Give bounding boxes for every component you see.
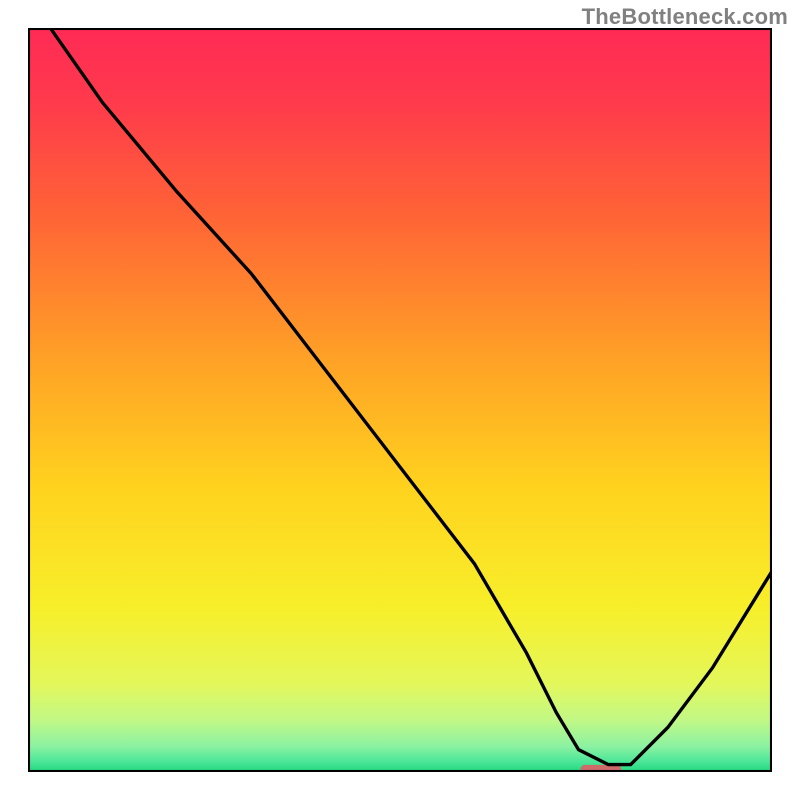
chart-container: TheBottleneck.com xyxy=(0,0,800,800)
plot-area xyxy=(28,28,772,772)
watermark-label: TheBottleneck.com xyxy=(582,4,788,30)
gradient-background xyxy=(28,28,772,772)
chart-svg xyxy=(28,28,772,772)
